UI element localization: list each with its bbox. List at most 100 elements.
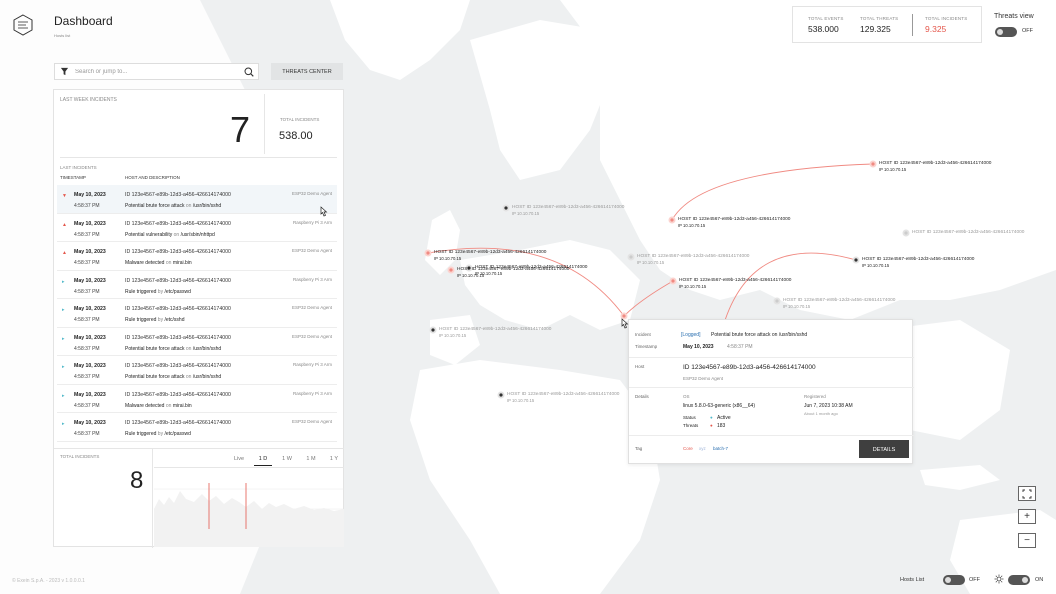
table-row[interactable]: ▸ May 10, 2023 4:58:37 PM ID 123e4567-e8… xyxy=(57,328,337,356)
hosts-list-state: OFF xyxy=(969,577,980,583)
row-time: 4:58:37 PM xyxy=(74,402,100,409)
tab-live[interactable]: Live xyxy=(230,453,248,465)
column-header-host[interactable]: HOST AND DESCRIPTION xyxy=(125,175,180,180)
host-id: HOST ID 123e4567-e89b-12d3-a456-42661417… xyxy=(679,278,792,283)
host-id: HOST ID 123e4567-e89b-12d3-a456-42661417… xyxy=(783,298,896,303)
host-marker[interactable] xyxy=(669,277,677,285)
host-marker[interactable] xyxy=(869,160,877,168)
zoom-in-button[interactable]: + xyxy=(1018,509,1036,524)
row-agent: Raspberry Pi 3 Arm xyxy=(292,219,332,225)
host-id: HOST ID 123e4567-e89b-12d3-a456-42661417… xyxy=(475,265,588,270)
host-marker[interactable] xyxy=(447,266,455,274)
column-header-timestamp[interactable]: TIMESTAMP xyxy=(60,175,86,180)
row-connector: by xyxy=(157,431,164,437)
table-row[interactable]: ▼ May 10, 2023 4:58:37 PM ID 123e4567-e8… xyxy=(57,185,337,214)
row-agent: Raspberry Pi 3 Arm xyxy=(292,390,332,396)
host-ip: IP 10.10.70.15 xyxy=(439,333,467,338)
host-label[interactable]: HOST ID 123e4567-e89b-12d3-a456-42661417… xyxy=(434,250,546,261)
host-marker[interactable] xyxy=(497,391,505,399)
tag-batch-7[interactable]: batch-7 xyxy=(713,446,728,451)
page-title: Dashboard xyxy=(54,14,113,28)
tab-1y[interactable]: 1 Y xyxy=(325,453,343,465)
host-marker[interactable] xyxy=(424,249,432,257)
host-id: HOST ID 123e4567-e89b-12d3-a456-42661417… xyxy=(862,257,975,262)
host-id: HOST ID 123e4567-e89b-12d3-a456-42661417… xyxy=(512,205,625,210)
host-label[interactable]: HOST ID 123e4567-e89b-12d3-a456-42661417… xyxy=(439,327,551,338)
row-description: Potential brute force attack on /usr/bin… xyxy=(125,374,221,380)
host-marker[interactable] xyxy=(502,204,510,212)
row-agent: ESP32 Demo Agent xyxy=(291,305,332,310)
hosts-list-toggle[interactable] xyxy=(943,575,965,585)
filter-icon[interactable] xyxy=(60,67,69,76)
table-row[interactable]: ▸ May 10, 2023 4:58:37 PM ID 123e4567-e8… xyxy=(57,413,337,442)
host-label[interactable]: HOST ID 123e4567-e89b-12d3-a456-42661417… xyxy=(507,392,619,403)
host-ip: IP 10.10.70.15 xyxy=(783,304,811,309)
row-agent: ESP32 Demo Agent xyxy=(291,191,332,196)
tag-xyz[interactable]: xyz xyxy=(699,446,706,451)
host-label[interactable]: HOST ID 123e4567-e89b-12d3-a456-42661417… xyxy=(678,217,790,228)
severity-high-icon: ▲ xyxy=(62,250,67,256)
host-label[interactable]: HOST ID 123e4567-e89b-12d3-a456-42661417… xyxy=(475,265,587,276)
host-ip: IP 10.10.70.15 xyxy=(862,263,890,268)
threats-center-button[interactable]: THREATS CENTER xyxy=(271,63,343,80)
host-label[interactable]: HOST ID 123e4567-e89b-12d3-a456-42661417… xyxy=(637,254,749,265)
host-marker[interactable] xyxy=(773,297,781,305)
host-label[interactable]: HOST ID 123e4567-e89b-12d3-a456-42661417… xyxy=(912,230,1024,236)
host-label[interactable]: HOST ID 123e4567-e89b-12d3-a456-42661417… xyxy=(512,205,624,216)
panel-divider xyxy=(152,449,153,548)
table-row[interactable]: ▸ May 10, 2023 4:58:37 PM ID 123e4567-e8… xyxy=(57,385,337,413)
table-row[interactable]: ▸ May 10, 2023 4:58:37 PM ID 123e4567-e8… xyxy=(57,356,337,385)
row-target: /usr/bin/sshd xyxy=(192,345,222,352)
zoom-out-button[interactable]: − xyxy=(1018,533,1036,548)
host-marker[interactable] xyxy=(668,216,676,224)
details-button[interactable]: DETAILS xyxy=(859,440,909,458)
row-target: mirai.bin xyxy=(172,260,192,266)
host-label[interactable]: HOST ID 123e4567-e89b-12d3-a456-42661417… xyxy=(679,278,791,289)
tab-1m[interactable]: 1 M xyxy=(302,453,320,465)
search-input[interactable] xyxy=(75,66,235,77)
host-label[interactable]: HOST ID 123e4567-e89b-12d3-a456-42661417… xyxy=(862,257,974,268)
tab-1d[interactable]: 1 D xyxy=(254,453,272,466)
fullscreen-button[interactable] xyxy=(1018,486,1036,501)
timeline-sparkline[interactable] xyxy=(154,469,344,547)
row-connector: on xyxy=(185,345,192,352)
host-label[interactable]: HOST ID 123e4567-e89b-12d3-a456-42661417… xyxy=(783,298,895,309)
host-ip: IP 10.10.70.15 xyxy=(475,271,503,276)
table-row[interactable]: ▲ May 10, 2023 4:58:37 PM ID 123e4567-e8… xyxy=(57,242,337,271)
table-row[interactable]: ▸ May 10, 2023 4:58:37 PM ID 123e4567-e8… xyxy=(57,271,337,299)
row-host-id: ID 123e4567-e89b-12d3-a456-426614174000 xyxy=(125,334,231,341)
theme-toggle[interactable] xyxy=(1008,575,1030,585)
host-label[interactable]: HOST ID 123e4567-e89b-12d3-a456-42661417… xyxy=(879,161,991,172)
host-marker[interactable] xyxy=(852,256,860,264)
host-id: HOST ID 123e4567-e89b-12d3-a456-42661417… xyxy=(439,327,552,332)
tag-core[interactable]: Core xyxy=(683,446,693,451)
stat-label: TOTAL INCIDENTS xyxy=(925,16,968,21)
popup-logged-tag[interactable]: [Logged] xyxy=(681,332,700,338)
row-date: May 10, 2023 xyxy=(74,306,106,312)
popup-host-id[interactable]: ID 123e4567-e89b-12d3-a456-426614174000 xyxy=(683,364,816,371)
row-connector: on xyxy=(165,260,172,266)
row-agent: ESP32 Demo Agent xyxy=(291,419,332,424)
host-marker[interactable] xyxy=(627,253,635,261)
row-description: Potential brute force attack on /usr/bin… xyxy=(125,346,221,352)
popup-registered-value: Jun 7, 2023 10:38 AM xyxy=(804,403,853,409)
cursor-icon xyxy=(621,318,629,329)
row-host-id: ID 123e4567-e89b-12d3-a456-426614174000 xyxy=(125,192,231,198)
stat-value: 9.325 xyxy=(925,24,947,34)
row-message: Malware detected xyxy=(125,260,165,266)
host-ip: IP 10.10.70.15 xyxy=(512,211,540,216)
threats-view-state: OFF xyxy=(1022,28,1033,34)
tab-1w[interactable]: 1 W xyxy=(278,453,296,465)
table-row[interactable]: ▸ May 10, 2023 4:58:37 PM ID 123e4567-e8… xyxy=(57,299,337,328)
host-marker[interactable] xyxy=(429,326,437,334)
threats-view-toggle[interactable] xyxy=(995,27,1017,37)
popup-incident-value: Potential brute force attack on /usr/bin… xyxy=(711,332,808,338)
search-icon[interactable] xyxy=(244,67,254,77)
row-message: Potential brute force attack xyxy=(125,374,185,380)
row-message: Rule triggered xyxy=(125,288,157,295)
divider xyxy=(60,157,337,158)
row-description: Potential vulnerability on /usr/sbin/nht… xyxy=(125,232,215,238)
host-marker[interactable] xyxy=(902,229,910,237)
row-connector: by xyxy=(157,288,164,295)
table-row[interactable]: ▲ May 10, 2023 4:58:37 PM ID 123e4567-e8… xyxy=(57,214,337,242)
